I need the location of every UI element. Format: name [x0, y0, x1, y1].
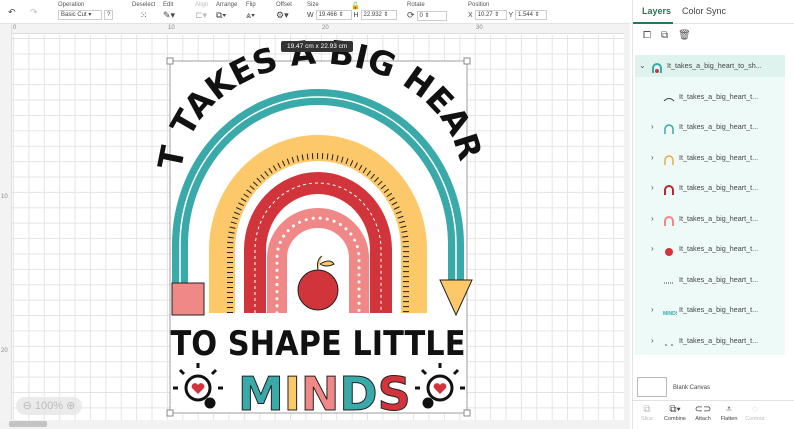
slice-label: Slice: [641, 416, 653, 422]
layer-item[interactable]: It_takes_a_big_heart_t...: [635, 269, 785, 291]
svg-text:MINDS: MINDS: [663, 311, 677, 317]
layer-item[interactable]: › It_takes_a_big_heart_t...: [635, 116, 785, 138]
resize-handle[interactable]: [463, 57, 471, 65]
layer-name: It_takes_a_big_heart_t...: [679, 152, 759, 162]
zoom-in-icon[interactable]: ⊕: [66, 400, 75, 412]
layers-panel: Layers Color Sync ⧠ ⧉ 🗑 ⌄ It_takes_a_big_he…: [632, 0, 794, 429]
layer-group[interactable]: ⌄ It_takes_a_big_heart_to_sh...: [635, 55, 785, 77]
layer-name: It_takes_a_big_heart_t...: [679, 91, 759, 101]
chevron-right-icon[interactable]: ›: [651, 116, 654, 138]
headline-bottom: MINDS: [238, 367, 411, 421]
layer-item[interactable]: › It_takes_a_big_heart_t...: [635, 208, 785, 230]
resize-handle[interactable]: [166, 57, 174, 65]
layer-thumbnail-icon: [663, 214, 675, 226]
layer-thumbnail-icon: [663, 153, 675, 165]
bottom-actions: ⧉ Slice ⧉▾ Combine ⊂⊃ Attach ⩡ Flatten ◌ Cont…: [633, 400, 794, 429]
layer-item[interactable]: › It_takes_a_big_heart_t...: [635, 177, 785, 199]
active-tab-indicator: [633, 22, 673, 24]
chevron-right-icon[interactable]: ›: [651, 299, 654, 321]
layer-actions: ⧠ ⧉ 🗑: [633, 24, 794, 46]
size-tooltip: 19.47 cm x 22.93 cm: [281, 41, 354, 52]
slice-button[interactable]: ⧉ Slice: [633, 404, 661, 422]
pencil-eraser: [171, 282, 205, 316]
layer-item[interactable]: › It_takes_a_big_heart_t...: [635, 147, 785, 169]
layer-item[interactable]: › It_takes_a_big_heart_t...: [635, 238, 785, 260]
flatten-button[interactable]: ⩡ Flatten: [715, 404, 743, 422]
panel-tabs: Layers Color Sync: [633, 0, 794, 24]
blank-canvas-label: Blank Canvas: [673, 385, 711, 391]
chevron-right-icon[interactable]: ›: [651, 177, 654, 199]
layer-name: It_takes_a_big_heart_t...: [679, 122, 759, 131]
layer-item[interactable]: › It_takes_a_big_heart_t...: [635, 330, 785, 352]
duplicate-icon[interactable]: ⧉: [661, 30, 668, 41]
layer-thumbnail-icon: [651, 61, 663, 73]
layer-name: It_takes_a_big_heart_t...: [679, 335, 759, 345]
zoom-control: ⊖ 100% ⊕: [16, 397, 82, 415]
flatten-icon: ⩡: [726, 404, 732, 415]
letter-i: I: [284, 367, 301, 421]
chevron-right-icon[interactable]: ›: [651, 147, 654, 169]
chevron-right-icon[interactable]: ›: [651, 330, 654, 352]
letter-m: M: [238, 367, 284, 421]
layer-item[interactable]: › MINDSIt_takes_a_big_heart_t...: [635, 299, 785, 321]
horizontal-scrollbar[interactable]: [0, 420, 630, 429]
group-icon[interactable]: ⧠: [643, 30, 651, 41]
apple: [297, 269, 339, 311]
tab-layers[interactable]: Layers: [642, 6, 671, 16]
contour-button[interactable]: ◌ Contour: [741, 404, 769, 422]
tab-color-sync[interactable]: Color Sync: [682, 6, 726, 16]
combine-icon: ⧉▾: [669, 404, 681, 415]
letter-d: D: [339, 367, 377, 421]
letter-n: N: [301, 367, 340, 421]
contour-icon: ◌: [752, 404, 758, 415]
chevron-right-icon[interactable]: ›: [651, 238, 654, 260]
layer-thumbnail-icon: MINDS: [663, 305, 680, 317]
layer-name: It_takes_a_big_heart_t...: [679, 183, 759, 192]
delete-icon[interactable]: 🗑: [678, 30, 691, 41]
layer-thumbnail-icon: [663, 92, 675, 102]
headline-middle: TO SHAPE LITTLE: [171, 324, 466, 364]
artwork[interactable]: IT TAKES A BIG HEART TO SHAPE LITTLE MIN…: [0, 0, 630, 429]
layer-thumbnail-icon: [663, 275, 675, 285]
resize-handle[interactable]: [463, 409, 471, 417]
horizontal-scroll-thumb[interactable]: [9, 421, 47, 427]
layer-name: It_takes_a_big_heart_t...: [679, 244, 759, 253]
layer-name: It_takes_a_big_heart_t...: [679, 274, 759, 284]
contour-label: Contour: [745, 416, 765, 422]
layer-thumbnail-icon: [663, 244, 675, 256]
layer-thumbnail-icon: [663, 336, 675, 346]
chevron-down-icon[interactable]: ⌄: [639, 55, 646, 77]
layers-list: ⌄ It_takes_a_big_heart_to_sh... It_takes_a…: [635, 55, 785, 355]
combine-button[interactable]: ⧉▾ Combine: [661, 404, 689, 422]
attach-label: Attach: [695, 416, 711, 422]
vertical-scrollbar[interactable]: [624, 24, 630, 420]
zoom-level: 100%: [34, 400, 64, 412]
slice-icon: ⧉: [643, 404, 651, 415]
blank-canvas-swatch[interactable]: [637, 377, 667, 397]
layer-name: It_takes_a_big_heart_to_sh...: [667, 61, 762, 70]
layer-thumbnail-icon: [663, 122, 675, 134]
flatten-label: Flatten: [720, 416, 738, 422]
letter-s: S: [378, 367, 411, 421]
layer-thumbnail-icon: [663, 183, 675, 195]
attach-icon: ⊂⊃: [694, 404, 712, 415]
chevron-right-icon[interactable]: ›: [651, 208, 654, 230]
layer-name: It_takes_a_big_heart_t...: [679, 305, 759, 314]
attach-button[interactable]: ⊂⊃ Attach: [689, 404, 717, 422]
combine-label: Combine: [663, 416, 686, 422]
resize-handle[interactable]: [166, 409, 174, 417]
layer-item[interactable]: It_takes_a_big_heart_t...: [635, 86, 785, 108]
layer-name: It_takes_a_big_heart_t...: [679, 213, 759, 223]
zoom-out-icon[interactable]: ⊖: [23, 400, 32, 412]
